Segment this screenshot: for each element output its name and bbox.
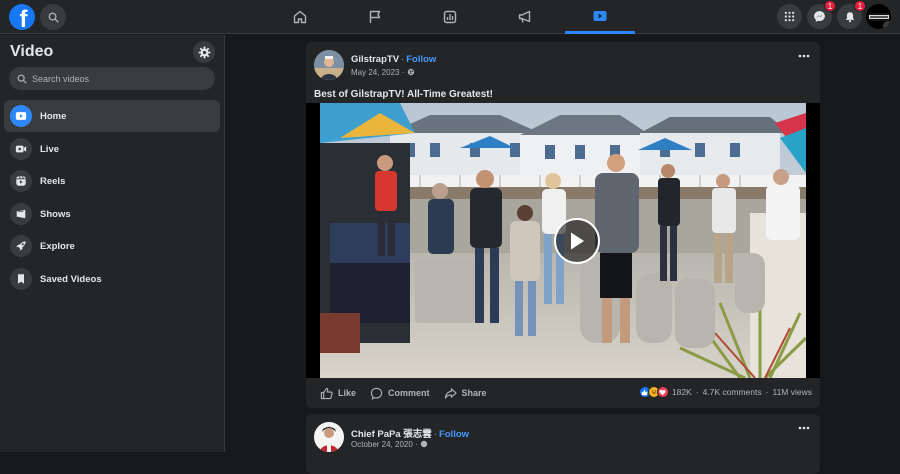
video-thumbnail[interactable]: [320, 103, 806, 378]
globe-icon: [420, 440, 428, 448]
reaction-count[interactable]: 182K: [672, 387, 692, 397]
view-count: 11M views: [772, 387, 812, 397]
name-separator: ·: [401, 54, 405, 65]
post-header: GilstrapTV · Follow: [351, 54, 436, 65]
profile-logo-icon: [867, 12, 890, 21]
video-sidebar: Video Search videos Home Live Reels Show…: [0, 35, 225, 452]
chart-icon: [443, 10, 457, 24]
post-stats: 182K · 4.7K comments · 11M views: [638, 386, 812, 398]
play-button[interactable]: [554, 218, 600, 264]
settings-button[interactable]: [193, 41, 215, 63]
messenger-button[interactable]: 1: [807, 0, 836, 29]
comment-count[interactable]: 4.7K comments: [703, 387, 762, 397]
sidebar-item-label: Home: [40, 110, 67, 122]
tab-pages[interactable]: [340, 0, 410, 34]
search-videos-placeholder: Search videos: [32, 73, 90, 84]
more-icon: [798, 426, 810, 430]
video-home-icon: [10, 105, 32, 127]
reels-icon: [10, 170, 32, 192]
sidebar-item-explore[interactable]: Explore: [4, 230, 220, 262]
share-label: Share: [461, 388, 487, 398]
share-icon: [444, 387, 457, 399]
comment-label: Comment: [388, 388, 430, 398]
tab-ads-manager[interactable]: [415, 0, 485, 34]
rocket-icon: [10, 235, 32, 257]
name-separator: ·: [433, 429, 437, 440]
author-avatar[interactable]: [314, 50, 344, 80]
more-options-button[interactable]: [796, 422, 812, 434]
sidebar-item-label: Reels: [40, 175, 66, 187]
tab-home[interactable]: [265, 0, 335, 34]
post-header: Chief PaPa 張志雲 · Follow: [351, 426, 469, 440]
sidebar-item-label: Saved Videos: [40, 273, 102, 285]
top-navigation-bar: f 1 1 ⌄: [0, 0, 900, 34]
author-name[interactable]: GilstrapTV: [351, 54, 399, 65]
sidebar-title: Video: [10, 43, 54, 60]
more-options-button[interactable]: [796, 50, 812, 62]
search-icon: [17, 74, 27, 84]
like-label: Like: [338, 388, 357, 398]
like-button[interactable]: Like: [320, 387, 356, 400]
tab-campaigns[interactable]: [490, 0, 560, 34]
share-button[interactable]: Share: [444, 387, 487, 400]
sidebar-item-live[interactable]: Live: [4, 133, 220, 165]
post-caption: Best of GilstrapTV! All-Time Greatest!: [314, 89, 493, 100]
home-icon: [293, 10, 307, 24]
sidebar-item-reels[interactable]: Reels: [4, 165, 220, 197]
search-videos-input[interactable]: Search videos: [9, 67, 215, 90]
notifications-badge: 1: [854, 0, 866, 12]
chevron-down-icon: ⌄: [883, 21, 891, 29]
author-avatar[interactable]: [314, 422, 344, 452]
search-icon: [48, 12, 59, 23]
video-icon: [593, 10, 607, 21]
sidebar-item-label: Live: [40, 143, 60, 155]
thumbs-up-icon: [320, 387, 333, 399]
sidebar-item-label: Shows: [40, 208, 71, 220]
notifications-button[interactable]: 1: [837, 0, 866, 29]
flag-icon: [369, 10, 381, 23]
globe-icon: [407, 68, 414, 76]
search-button[interactable]: [40, 4, 66, 30]
menu-button[interactable]: [777, 4, 802, 29]
post-date[interactable]: May 24, 2023 ·: [351, 68, 415, 77]
follow-button[interactable]: Follow: [406, 54, 436, 65]
sidebar-item-home[interactable]: Home: [4, 100, 220, 132]
video-post-card: Chief PaPa 張志雲 · Follow October 24, 2020 ·: [306, 414, 820, 474]
more-icon: [798, 54, 810, 58]
facebook-logo-letter: f: [19, 6, 28, 31]
shows-icon: [10, 203, 32, 225]
video-player[interactable]: [306, 103, 820, 378]
play-icon: [571, 232, 584, 250]
account-avatar[interactable]: ⌄: [866, 4, 891, 29]
author-name[interactable]: Chief PaPa 張志雲: [351, 429, 432, 440]
megaphone-icon: [518, 10, 531, 23]
sidebar-item-saved-videos[interactable]: Saved Videos: [4, 263, 220, 295]
post-date-text: October 24, 2020: [351, 440, 413, 449]
tab-video[interactable]: [565, 0, 635, 34]
sidebar-item-label: Explore: [40, 240, 75, 252]
comment-icon: [370, 387, 383, 400]
bookmark-icon: [10, 268, 32, 290]
video-post-card: GilstrapTV · Follow May 24, 2023 · Best of…: [306, 42, 820, 408]
bell-icon: [845, 11, 854, 22]
post-date-text: May 24, 2023: [351, 68, 400, 77]
facebook-logo[interactable]: f: [9, 4, 35, 30]
love-reaction-icon: [656, 386, 669, 398]
live-icon: [10, 138, 32, 160]
comment-button[interactable]: Comment: [370, 387, 430, 400]
menu-grid-icon: [784, 11, 795, 22]
stats-separator: ·: [765, 387, 769, 397]
post-date[interactable]: October 24, 2020 ·: [351, 440, 428, 449]
follow-button[interactable]: Follow: [439, 429, 469, 440]
gear-icon: [198, 46, 210, 58]
messenger-badge: 1: [824, 0, 836, 12]
sidebar-item-shows[interactable]: Shows: [4, 198, 220, 230]
messenger-icon: [814, 11, 825, 22]
reaction-icons[interactable]: [638, 386, 669, 398]
stats-separator: ·: [695, 387, 699, 397]
